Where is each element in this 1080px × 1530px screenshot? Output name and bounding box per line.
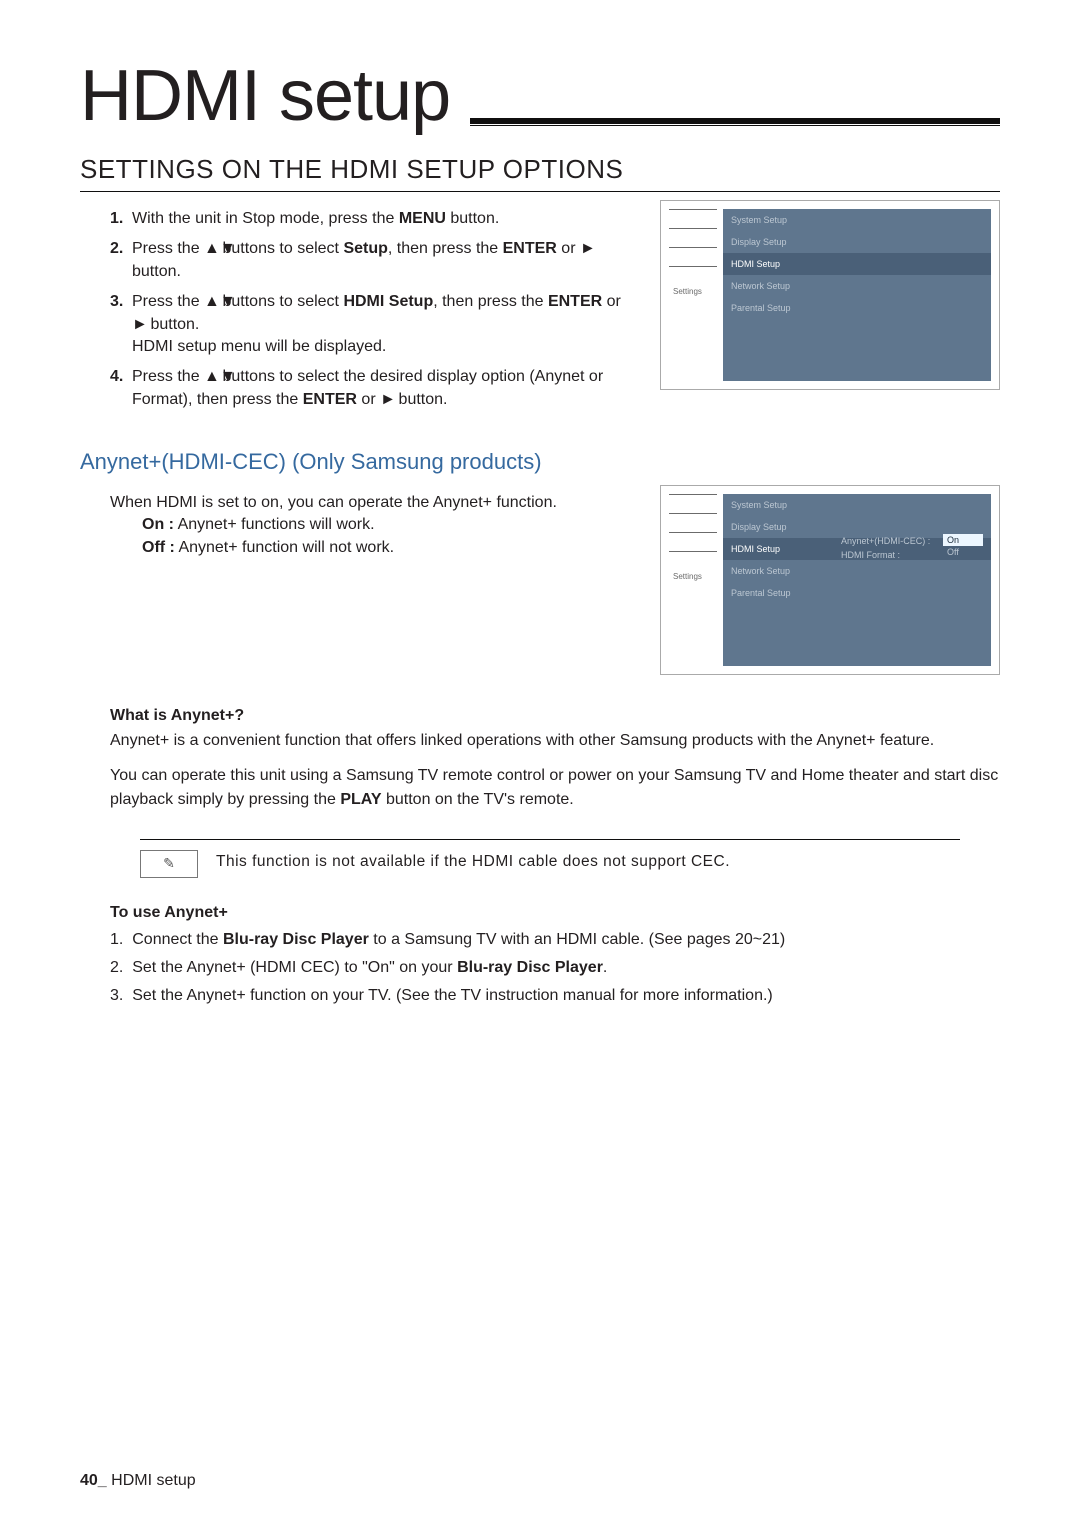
what-heading: What is Anynet+? bbox=[80, 707, 1000, 725]
footer-label: HDMI setup bbox=[107, 1472, 196, 1489]
screenshot-panel-1: Settings System Setup Display Setup HDMI… bbox=[660, 200, 1000, 390]
step-bold: ENTER bbox=[303, 391, 357, 408]
step-text: button. bbox=[132, 263, 181, 280]
menu-item: Display Setup bbox=[723, 231, 991, 253]
what-p1: Anynet+ is a convenient function that of… bbox=[80, 729, 1000, 752]
step-text: button. bbox=[446, 210, 499, 227]
submenu-option-on: On bbox=[943, 534, 983, 546]
step-3: 3. Press the ▲▼ buttons to select HDMI S… bbox=[110, 291, 636, 358]
updown-icon: ▲▼ bbox=[204, 366, 218, 388]
step-text: , then press the bbox=[388, 240, 503, 257]
menu-item: Network Setup bbox=[723, 275, 991, 297]
menu-item: Parental Setup bbox=[723, 297, 991, 319]
li-bold: Blu-ray Disc Player bbox=[223, 931, 369, 948]
list-item: 3. Set the Anynet+ function on your TV. … bbox=[110, 982, 1000, 1010]
menu-item: System Setup bbox=[723, 209, 991, 231]
title-underline bbox=[470, 118, 1000, 124]
li-text: Connect the bbox=[132, 931, 223, 948]
steps-list: 1. With the unit in Stop mode, press the… bbox=[80, 208, 636, 411]
p2-post: button on the TV's remote. bbox=[382, 791, 574, 808]
li-num: 2. bbox=[110, 959, 123, 976]
submenu-item: HDMI Format : bbox=[841, 550, 930, 560]
step-bold: Setup bbox=[343, 240, 387, 257]
step-num: 3. bbox=[110, 291, 123, 313]
p2-bold: PLAY bbox=[340, 791, 381, 808]
note-text: This function is not available if the HD… bbox=[216, 850, 730, 873]
li-text: Set the Anynet+ (HDMI CEC) to "On" on yo… bbox=[132, 959, 457, 976]
li-num: 1. bbox=[110, 931, 123, 948]
step-bold: MENU bbox=[399, 210, 446, 227]
updown-icon: ▲▼ bbox=[204, 291, 218, 313]
step-text: or bbox=[557, 240, 580, 257]
step-bold: ENTER bbox=[503, 240, 557, 257]
to-use-list: 1. Connect the Blu-ray Disc Player to a … bbox=[80, 926, 1000, 1010]
step-text: or bbox=[357, 391, 380, 408]
submenu-item: Anynet+(HDMI-CEC) : bbox=[841, 536, 930, 546]
section2-heading: Anynet+(HDMI-CEC) (Only Samsung products… bbox=[80, 449, 1000, 475]
right-icon: ► bbox=[380, 389, 394, 411]
on-label: On : bbox=[142, 516, 174, 533]
note-icon bbox=[140, 850, 198, 878]
step-num: 4. bbox=[110, 366, 123, 388]
step-bold: ENTER bbox=[548, 293, 602, 310]
li-bold: Blu-ray Disc Player bbox=[457, 959, 603, 976]
menu-item: Network Setup bbox=[723, 560, 991, 582]
step-2: 2. Press the ▲▼ buttons to select Setup,… bbox=[110, 238, 636, 283]
step-text: , then press the bbox=[433, 293, 548, 310]
page-number: 40_ bbox=[80, 1472, 107, 1489]
on-text: Anynet+ functions will work. bbox=[174, 516, 375, 533]
step-text: Press the bbox=[132, 368, 204, 385]
li-num: 3. bbox=[110, 987, 123, 1004]
updown-icon: ▲▼ bbox=[204, 238, 218, 260]
li-text: Set the Anynet+ function on your TV. (Se… bbox=[132, 987, 773, 1004]
screenshot-panel-2: Settings System Setup Display Setup HDMI… bbox=[660, 485, 1000, 675]
step-text: buttons to select bbox=[218, 293, 343, 310]
step-text: button. bbox=[146, 316, 199, 333]
list-item: 2. Set the Anynet+ (HDMI CEC) to "On" on… bbox=[110, 954, 1000, 982]
footer: 40_ HDMI setup bbox=[80, 1472, 196, 1490]
right-icon: ► bbox=[132, 314, 146, 336]
step-extra: HDMI setup menu will be displayed. bbox=[132, 338, 386, 355]
what-p2: You can operate this unit using a Samsun… bbox=[80, 764, 1000, 810]
section2-intro: When HDMI is set to on, you can operate … bbox=[80, 491, 636, 514]
step-num: 2. bbox=[110, 238, 123, 260]
step-text: button. bbox=[394, 391, 447, 408]
right-icon: ► bbox=[580, 238, 594, 260]
step-1: 1. With the unit in Stop mode, press the… bbox=[110, 208, 636, 230]
menu-item: Parental Setup bbox=[723, 582, 991, 604]
menu-item-selected: HDMI Setup bbox=[723, 253, 991, 275]
step-text: With the unit in Stop mode, press the bbox=[132, 210, 399, 227]
panel-ghost-label: Settings bbox=[673, 572, 702, 581]
step-text: buttons to select bbox=[218, 240, 343, 257]
section1-heading: SETTINGS ON THE HDMI SETUP OPTIONS bbox=[80, 154, 1000, 192]
li-text: . bbox=[603, 959, 607, 976]
note-rule bbox=[140, 839, 960, 840]
submenu-option-off: Off bbox=[943, 546, 983, 558]
step-text: Press the bbox=[132, 293, 204, 310]
panel-ghost-label: Settings bbox=[673, 287, 702, 296]
li-text: to a Samsung TV with an HDMI cable. (See… bbox=[369, 931, 785, 948]
page-title: HDMI setup bbox=[80, 60, 450, 132]
step-4: 4. Press the ▲▼ buttons to select the de… bbox=[110, 366, 636, 411]
off-label: Off : bbox=[142, 539, 175, 556]
step-text: or bbox=[602, 293, 621, 310]
to-use-heading: To use Anynet+ bbox=[80, 904, 1000, 922]
off-text: Anynet+ function will not work. bbox=[175, 539, 394, 556]
step-num: 1. bbox=[110, 208, 123, 230]
step-text: Press the bbox=[132, 240, 204, 257]
list-item: 1. Connect the Blu-ray Disc Player to a … bbox=[110, 926, 1000, 954]
step-bold: HDMI Setup bbox=[343, 293, 433, 310]
menu-item: System Setup bbox=[723, 494, 991, 516]
